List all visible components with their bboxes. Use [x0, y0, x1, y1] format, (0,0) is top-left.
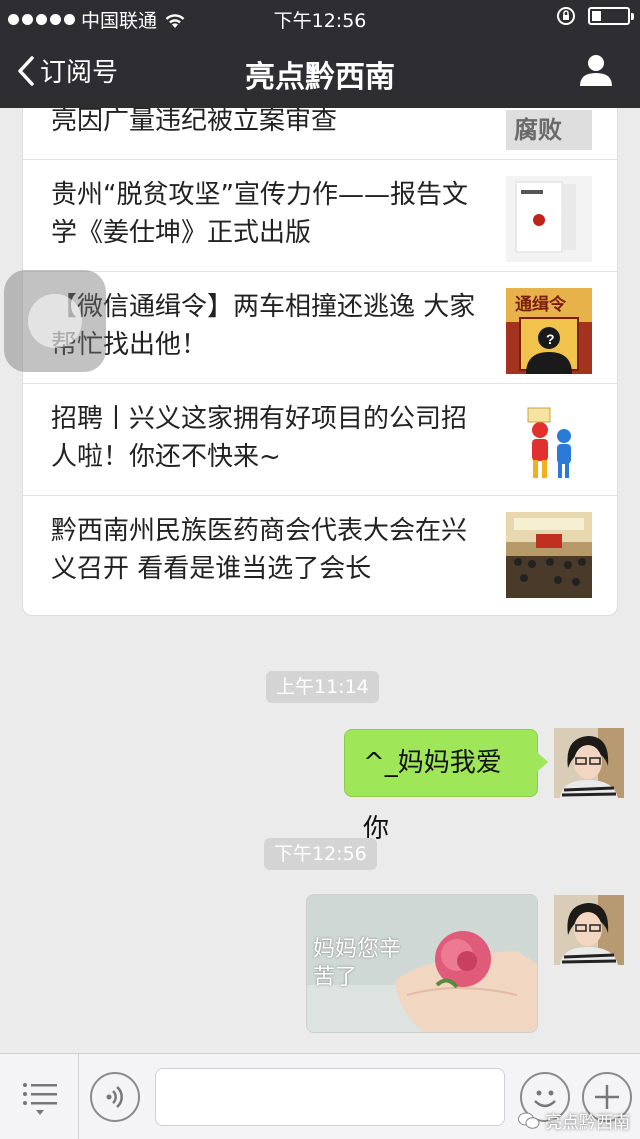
menu-list-icon [23, 1083, 57, 1115]
wechat-logo-icon [518, 1112, 540, 1129]
svg-text:腐败: 腐败 [514, 116, 562, 144]
article-item[interactable]: 黔西南州民族医药商会代表大会在兴义召开 看看是谁当选了会长 [23, 496, 617, 608]
article-item[interactable]: 贵州“脱贫攻坚”宣传力作——报告文学《姜仕坤》正式出版 [23, 160, 617, 272]
article-item[interactable]: 【微信通缉令】两车相撞还逃逸 大家帮忙找出他！ ? 通缉令 [23, 272, 617, 384]
page-title: 亮点黔西南 [245, 60, 395, 95]
timestamp: 下午12:56 [264, 838, 377, 870]
article-thumbnail: ? 通缉令 [506, 288, 592, 374]
article-title: 贵州“脱贫攻坚”宣传力作——报告文学《姜仕坤》正式出版 [51, 180, 468, 248]
menu-toggle-button[interactable] [20, 1078, 60, 1118]
article-thumbnail [506, 512, 592, 598]
battery-icon [588, 7, 634, 25]
assistive-touch-button[interactable] [4, 270, 106, 372]
avatar[interactable] [554, 895, 624, 965]
article-thumbnail [506, 176, 592, 262]
timestamp: 上午11:14 [266, 671, 379, 703]
article-title: 黔西南州民族医药商会代表大会在兴义召开 看看是谁当选了会长 [51, 516, 468, 584]
avatar[interactable] [554, 728, 624, 798]
article-item[interactable]: 亮因广量违纪被立案审查 腐败 [23, 108, 617, 160]
rotation-lock-icon [557, 7, 575, 25]
voice-button[interactable] [90, 1072, 140, 1122]
svg-text:?: ? [546, 331, 555, 347]
article-title: 【微信通缉令】两车相撞还逃逸 大家帮忙找出他！ [51, 292, 476, 360]
voice-icon [106, 1086, 123, 1108]
article-item[interactable]: 招聘丨兴义这家拥有好项目的公司招人啦！你还不快来~ [23, 384, 617, 496]
message-bubble[interactable]: ^_妈妈我爱你 [344, 729, 548, 844]
divider [78, 1054, 79, 1139]
person-icon [580, 55, 612, 86]
image-message[interactable]: 妈妈您辛苦了 [306, 894, 538, 1033]
watermark: 亮点黔西南 [518, 1108, 630, 1133]
image-caption: 妈妈您辛苦了 [313, 936, 402, 989]
status-bar: 中国联通 下午12:56 [0, 0, 640, 34]
nav-bar: 订阅号 亮点黔西南 [0, 34, 640, 108]
profile-button[interactable] [576, 50, 616, 90]
article-title: 亮因广量违纪被立案审查 [51, 108, 338, 136]
message-input[interactable] [155, 1068, 505, 1126]
article-thumbnail [506, 400, 592, 486]
article-card: 亮因广量违纪被立案审查 腐败 贵州“脱贫攻坚”宣传力作——报告文学《姜仕坤》正式… [22, 108, 618, 616]
status-time: 下午12:56 [273, 10, 367, 32]
article-title: 招聘丨兴义这家拥有好项目的公司招人啦！你还不快来~ [51, 404, 468, 472]
watermark-text: 亮点黔西南 [545, 1113, 630, 1133]
article-thumbnail: 腐败 [506, 110, 592, 150]
thumbnail-text: 通缉令 [515, 294, 567, 314]
